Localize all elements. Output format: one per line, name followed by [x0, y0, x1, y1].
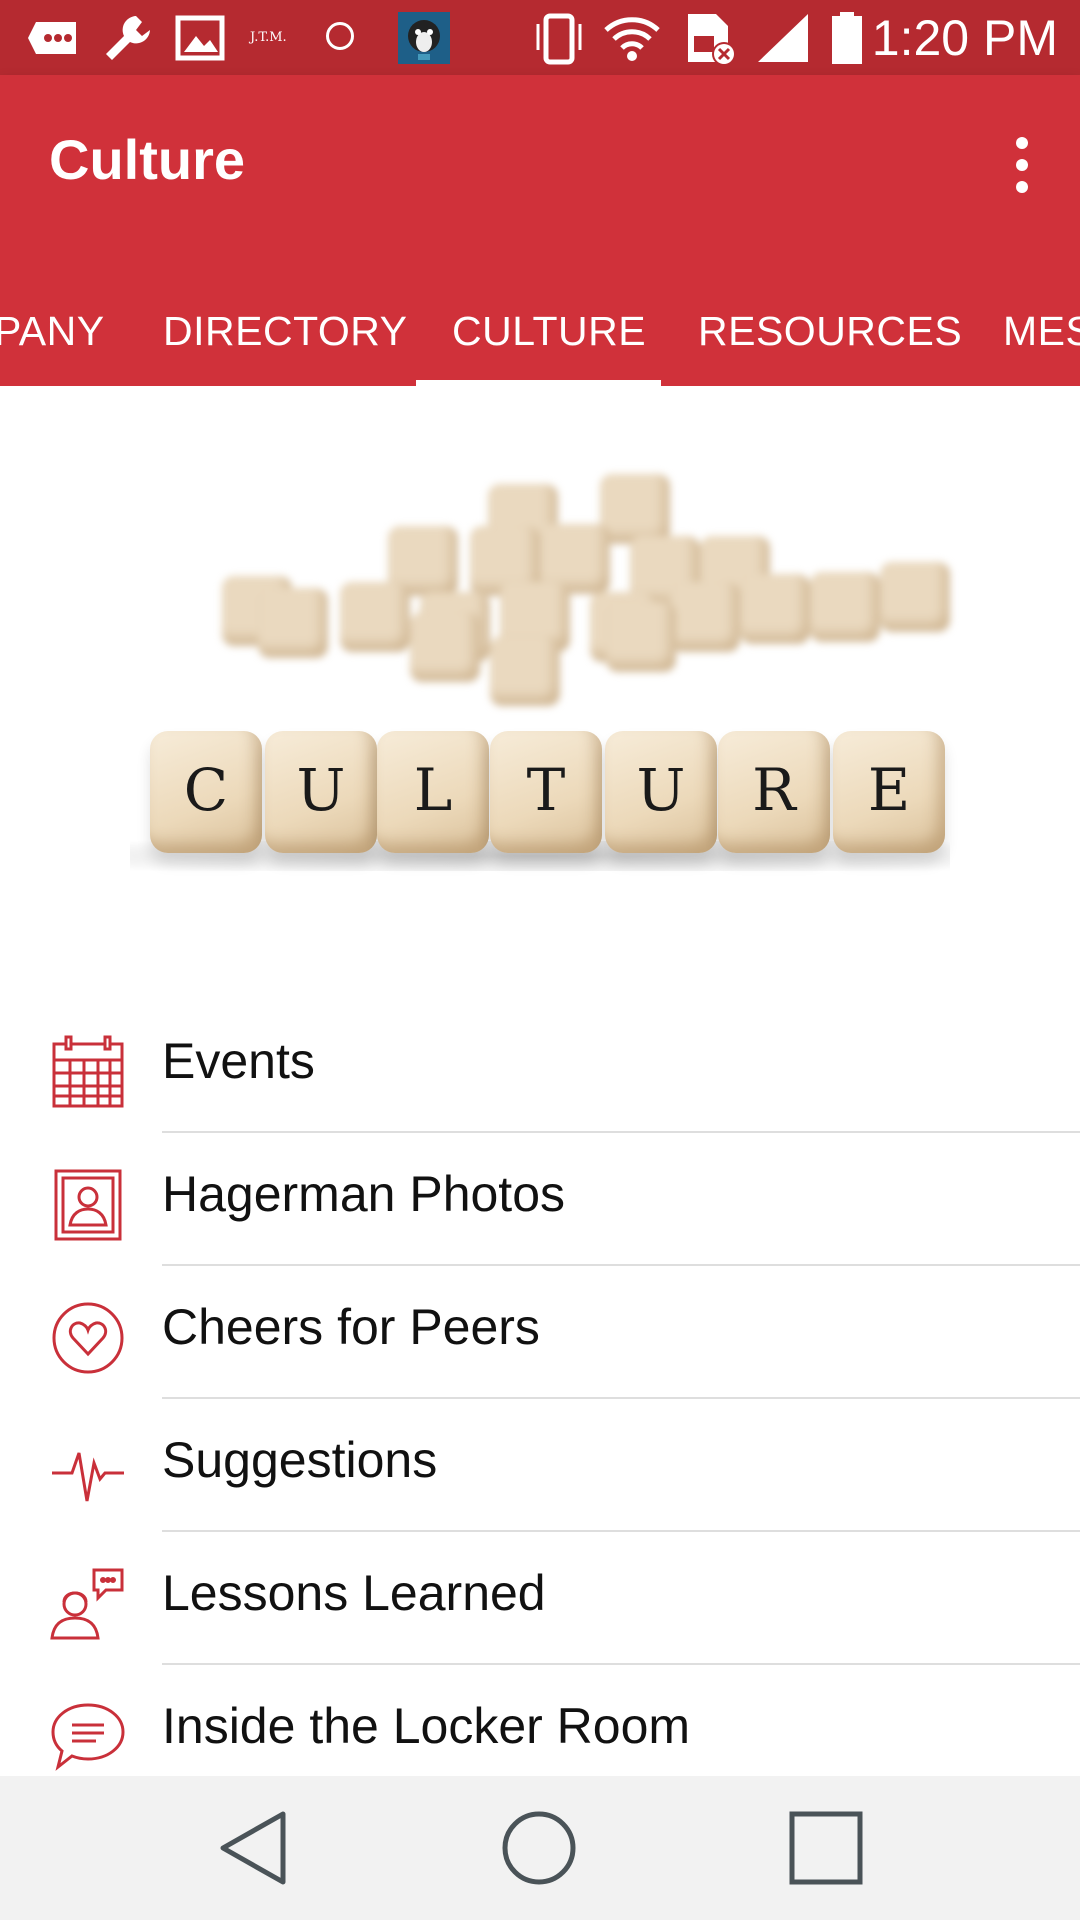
wifi-icon — [604, 10, 660, 66]
calendar-icon — [50, 1034, 126, 1110]
dice-letter: T — [490, 731, 602, 853]
pulse-icon — [50, 1433, 126, 1509]
list-item-label: Cheers for Peers — [162, 1299, 540, 1355]
more-message-icon — [26, 10, 82, 66]
list-item-suggestions[interactable]: Suggestions — [0, 1399, 1080, 1532]
image-icon — [172, 10, 228, 66]
status-time: 1:20 PM — [871, 10, 1058, 66]
tab-resources[interactable]: RESOURCES — [698, 275, 962, 386]
sim-error-icon — [682, 10, 738, 66]
list-item-label: Events — [162, 1033, 315, 1089]
list-item-label: Hagerman Photos — [162, 1166, 566, 1222]
list-item-label: Suggestions — [162, 1432, 438, 1488]
dog-app-icon — [396, 10, 452, 66]
app-bar: Culture PANY DIRECTORY CULTURE RESOURCES… — [0, 75, 1080, 386]
tab-company[interactable]: PANY — [0, 275, 105, 386]
chat-bubble-icon — [50, 1699, 126, 1775]
page-title: Culture — [49, 128, 245, 191]
list-item-label: Lessons Learned — [162, 1565, 546, 1621]
tab-bar: PANY DIRECTORY CULTURE RESOURCES MES — [0, 275, 1080, 386]
culture-hero-image: C U L T U R E — [0, 386, 1080, 986]
dice-letter: U — [605, 731, 717, 853]
vibrate-icon — [530, 10, 586, 66]
dice-letter: U — [265, 731, 377, 853]
wrench-icon — [100, 10, 156, 66]
heart-circle-icon — [50, 1300, 126, 1376]
tab-directory[interactable]: DIRECTORY — [163, 275, 407, 386]
list-item-events[interactable]: Events — [0, 1000, 1080, 1133]
on-app-icon: ON — [326, 10, 382, 106]
dice-letter: R — [718, 731, 830, 853]
tab-culture[interactable]: CULTURE — [452, 275, 646, 386]
more-vert-icon[interactable] — [1000, 131, 1044, 201]
status-bar: J.T.M. ON 1:20 PM — [0, 0, 1080, 106]
system-nav-bar — [0, 1776, 1080, 1920]
jtm-app-icon: J.T.M. — [250, 30, 287, 45]
list-item-cheers-for-peers[interactable]: Cheers for Peers — [0, 1266, 1080, 1399]
portrait-frame-icon — [50, 1167, 126, 1243]
tab-messages[interactable]: MES — [1003, 275, 1080, 386]
list-item-hagerman-photos[interactable]: Hagerman Photos — [0, 1133, 1080, 1266]
signal-icon — [756, 10, 812, 66]
blurred-dice-pile — [0, 386, 1080, 706]
dice-letter: L — [377, 731, 489, 853]
back-icon[interactable] — [215, 1808, 295, 1888]
recents-icon[interactable] — [786, 1808, 866, 1888]
home-icon[interactable] — [499, 1808, 579, 1888]
person-speech-icon — [50, 1566, 126, 1642]
dice-letter: C — [150, 731, 262, 853]
dice-letter: E — [833, 731, 945, 853]
list-item-lessons-learned[interactable]: Lessons Learned — [0, 1532, 1080, 1665]
